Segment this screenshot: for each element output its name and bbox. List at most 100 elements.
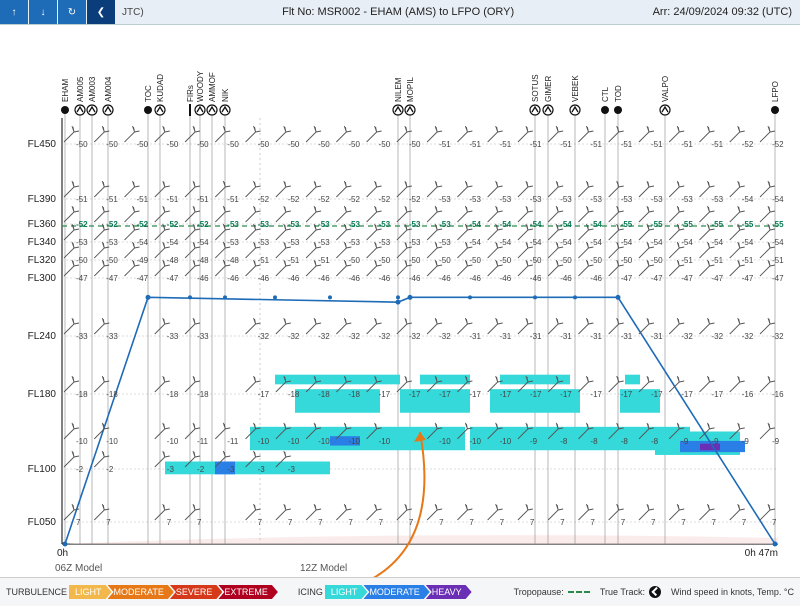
truetrack-icon xyxy=(649,586,661,598)
svg-text:-10: -10 xyxy=(258,437,270,446)
svg-text:-32: -32 xyxy=(318,332,330,341)
svg-text:-51: -51 xyxy=(772,256,784,265)
svg-text:7: 7 xyxy=(560,518,565,527)
svg-text:-53: -53 xyxy=(409,220,421,229)
svg-text:-3: -3 xyxy=(227,465,235,474)
turb-severe: SEVERE xyxy=(170,585,223,599)
svg-text:7: 7 xyxy=(500,518,505,527)
svg-text:-11: -11 xyxy=(227,437,239,446)
svg-text:-54: -54 xyxy=(500,238,512,247)
svg-text:-53: -53 xyxy=(439,220,451,229)
svg-text:-32: -32 xyxy=(288,332,300,341)
svg-text:-51: -51 xyxy=(318,256,330,265)
svg-text:-52: -52 xyxy=(318,195,330,204)
svg-text:TOC: TOC xyxy=(144,85,153,102)
svg-text:-16: -16 xyxy=(772,390,784,399)
svg-text:7: 7 xyxy=(530,518,535,527)
svg-text:AM004: AM004 xyxy=(104,76,113,102)
svg-text:-54: -54 xyxy=(137,238,149,247)
icing-heavy: HEAVY xyxy=(426,585,472,599)
svg-text:-8: -8 xyxy=(590,437,598,446)
nav-back-button[interactable]: ❮ xyxy=(87,0,115,24)
svg-text:-50: -50 xyxy=(560,256,572,265)
svg-text:-10: -10 xyxy=(348,437,360,446)
svg-text:FL360: FL360 xyxy=(28,219,57,230)
svg-text:-50: -50 xyxy=(379,256,391,265)
svg-text:TOD: TOD xyxy=(614,85,623,102)
svg-text:AMMOF: AMMOF xyxy=(208,72,217,102)
svg-text:-50: -50 xyxy=(227,140,239,149)
svg-text:-31: -31 xyxy=(651,332,663,341)
svg-text:-50: -50 xyxy=(651,256,663,265)
svg-text:-11: -11 xyxy=(197,437,209,446)
svg-text:-53: -53 xyxy=(318,238,330,247)
svg-text:-52: -52 xyxy=(409,195,421,204)
svg-text:-54: -54 xyxy=(590,220,602,229)
svg-text:-47: -47 xyxy=(137,274,149,283)
svg-text:-51: -51 xyxy=(439,140,451,149)
nav-down-button[interactable]: ↓ xyxy=(29,0,57,24)
svg-text:-47: -47 xyxy=(742,274,754,283)
svg-text:-9: -9 xyxy=(530,437,538,446)
svg-text:-17: -17 xyxy=(469,390,481,399)
svg-text:FL300: FL300 xyxy=(28,273,57,284)
svg-text:-10: -10 xyxy=(106,437,118,446)
svg-text:-3: -3 xyxy=(258,465,266,474)
svg-text:-47: -47 xyxy=(651,274,663,283)
svg-text:-31: -31 xyxy=(469,332,481,341)
svg-text:-50: -50 xyxy=(348,140,360,149)
svg-text:-52: -52 xyxy=(348,195,360,204)
svg-text:-32: -32 xyxy=(711,332,723,341)
svg-text:-53: -53 xyxy=(439,195,451,204)
svg-text:-53: -53 xyxy=(258,238,270,247)
svg-text:-54: -54 xyxy=(711,238,723,247)
svg-text:FL100: FL100 xyxy=(28,464,57,475)
svg-text:-31: -31 xyxy=(621,332,633,341)
svg-text:-50: -50 xyxy=(197,140,209,149)
svg-text:-18: -18 xyxy=(288,390,300,399)
svg-text:CTL: CTL xyxy=(601,86,610,102)
svg-text:VALPO: VALPO xyxy=(661,76,670,102)
svg-text:-51: -51 xyxy=(469,140,481,149)
svg-text:-32: -32 xyxy=(772,332,784,341)
svg-text:-52: -52 xyxy=(76,220,88,229)
svg-text:FL450: FL450 xyxy=(28,139,57,150)
svg-text:-51: -51 xyxy=(621,140,633,149)
svg-text:NIK: NIK xyxy=(221,88,230,102)
svg-text:-54: -54 xyxy=(651,238,663,247)
turb-light: LIGHT xyxy=(69,585,112,599)
svg-text:-50: -50 xyxy=(500,256,512,265)
svg-text:-53: -53 xyxy=(348,238,360,247)
svg-text:-50: -50 xyxy=(288,140,300,149)
svg-text:-17: -17 xyxy=(651,390,663,399)
svg-text:-32: -32 xyxy=(258,332,270,341)
svg-text:7: 7 xyxy=(318,518,323,527)
svg-text:-54: -54 xyxy=(742,238,754,247)
svg-text:-51: -51 xyxy=(500,140,512,149)
legend-tropo-label: Tropopause: xyxy=(514,587,564,597)
nav-up-button[interactable]: ↑ xyxy=(0,0,28,24)
arrival-time: Arr: 24/09/2024 09:32 (UTC) xyxy=(653,6,792,18)
svg-text:-54: -54 xyxy=(681,238,693,247)
svg-text:-50: -50 xyxy=(409,256,421,265)
svg-text:-17: -17 xyxy=(621,390,633,399)
svg-text:-53: -53 xyxy=(530,195,542,204)
svg-text:-46: -46 xyxy=(530,274,542,283)
svg-text:-17: -17 xyxy=(500,390,512,399)
legend-truetrack: True Track: xyxy=(600,586,665,598)
svg-text:-32: -32 xyxy=(409,332,421,341)
svg-text:-46: -46 xyxy=(258,274,270,283)
svg-text:-46: -46 xyxy=(288,274,300,283)
svg-text:7: 7 xyxy=(106,518,111,527)
nav-refresh-button[interactable]: ↻ xyxy=(58,0,86,24)
svg-text:-54: -54 xyxy=(590,238,602,247)
svg-text:-32: -32 xyxy=(379,332,391,341)
svg-text:7: 7 xyxy=(590,518,595,527)
svg-text:-50: -50 xyxy=(258,140,270,149)
svg-text:-51: -51 xyxy=(167,195,179,204)
svg-text:GIMER: GIMER xyxy=(544,76,553,102)
svg-text:-16: -16 xyxy=(742,390,754,399)
svg-text:FL340: FL340 xyxy=(28,237,57,248)
svg-text:-51: -51 xyxy=(681,256,693,265)
legend-wind-label: Wind speed in knots, Temp. °C xyxy=(671,587,794,597)
